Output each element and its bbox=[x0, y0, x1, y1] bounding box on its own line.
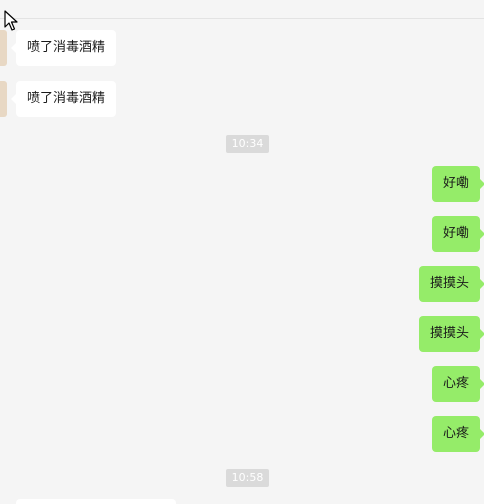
chat-message-area[interactable]: 喷了消毒酒精 喷了消毒酒精 10:34 好嘞 好嘞 摸摸头 摸摸头 心疼 心疼 … bbox=[0, 0, 484, 504]
avatar[interactable] bbox=[0, 30, 7, 66]
top-divider bbox=[0, 18, 484, 19]
avatar[interactable] bbox=[0, 81, 7, 117]
message-bubble-outgoing[interactable]: 好嘞 bbox=[431, 166, 484, 202]
message-bubble-outgoing[interactable]: 心疼 bbox=[431, 366, 484, 402]
message-bubble-outgoing[interactable]: 好嘞 bbox=[431, 216, 484, 252]
mouse-cursor-icon bbox=[4, 10, 18, 31]
message-bubble-outgoing[interactable]: 摸摸头 bbox=[418, 316, 484, 352]
message-bubble-incoming[interactable]: 喷了消毒酒精 bbox=[10, 81, 117, 117]
message-bubble-outgoing[interactable]: 摸摸头 bbox=[418, 266, 484, 302]
message-bubble-outgoing[interactable]: 心疼 bbox=[431, 416, 484, 452]
timestamp: 10:58 bbox=[226, 469, 269, 487]
message-bubble-incoming[interactable]: 喷了消毒酒精 bbox=[10, 30, 117, 66]
timestamp: 10:34 bbox=[226, 135, 269, 153]
message-bubble-incoming-partial[interactable] bbox=[16, 499, 176, 504]
